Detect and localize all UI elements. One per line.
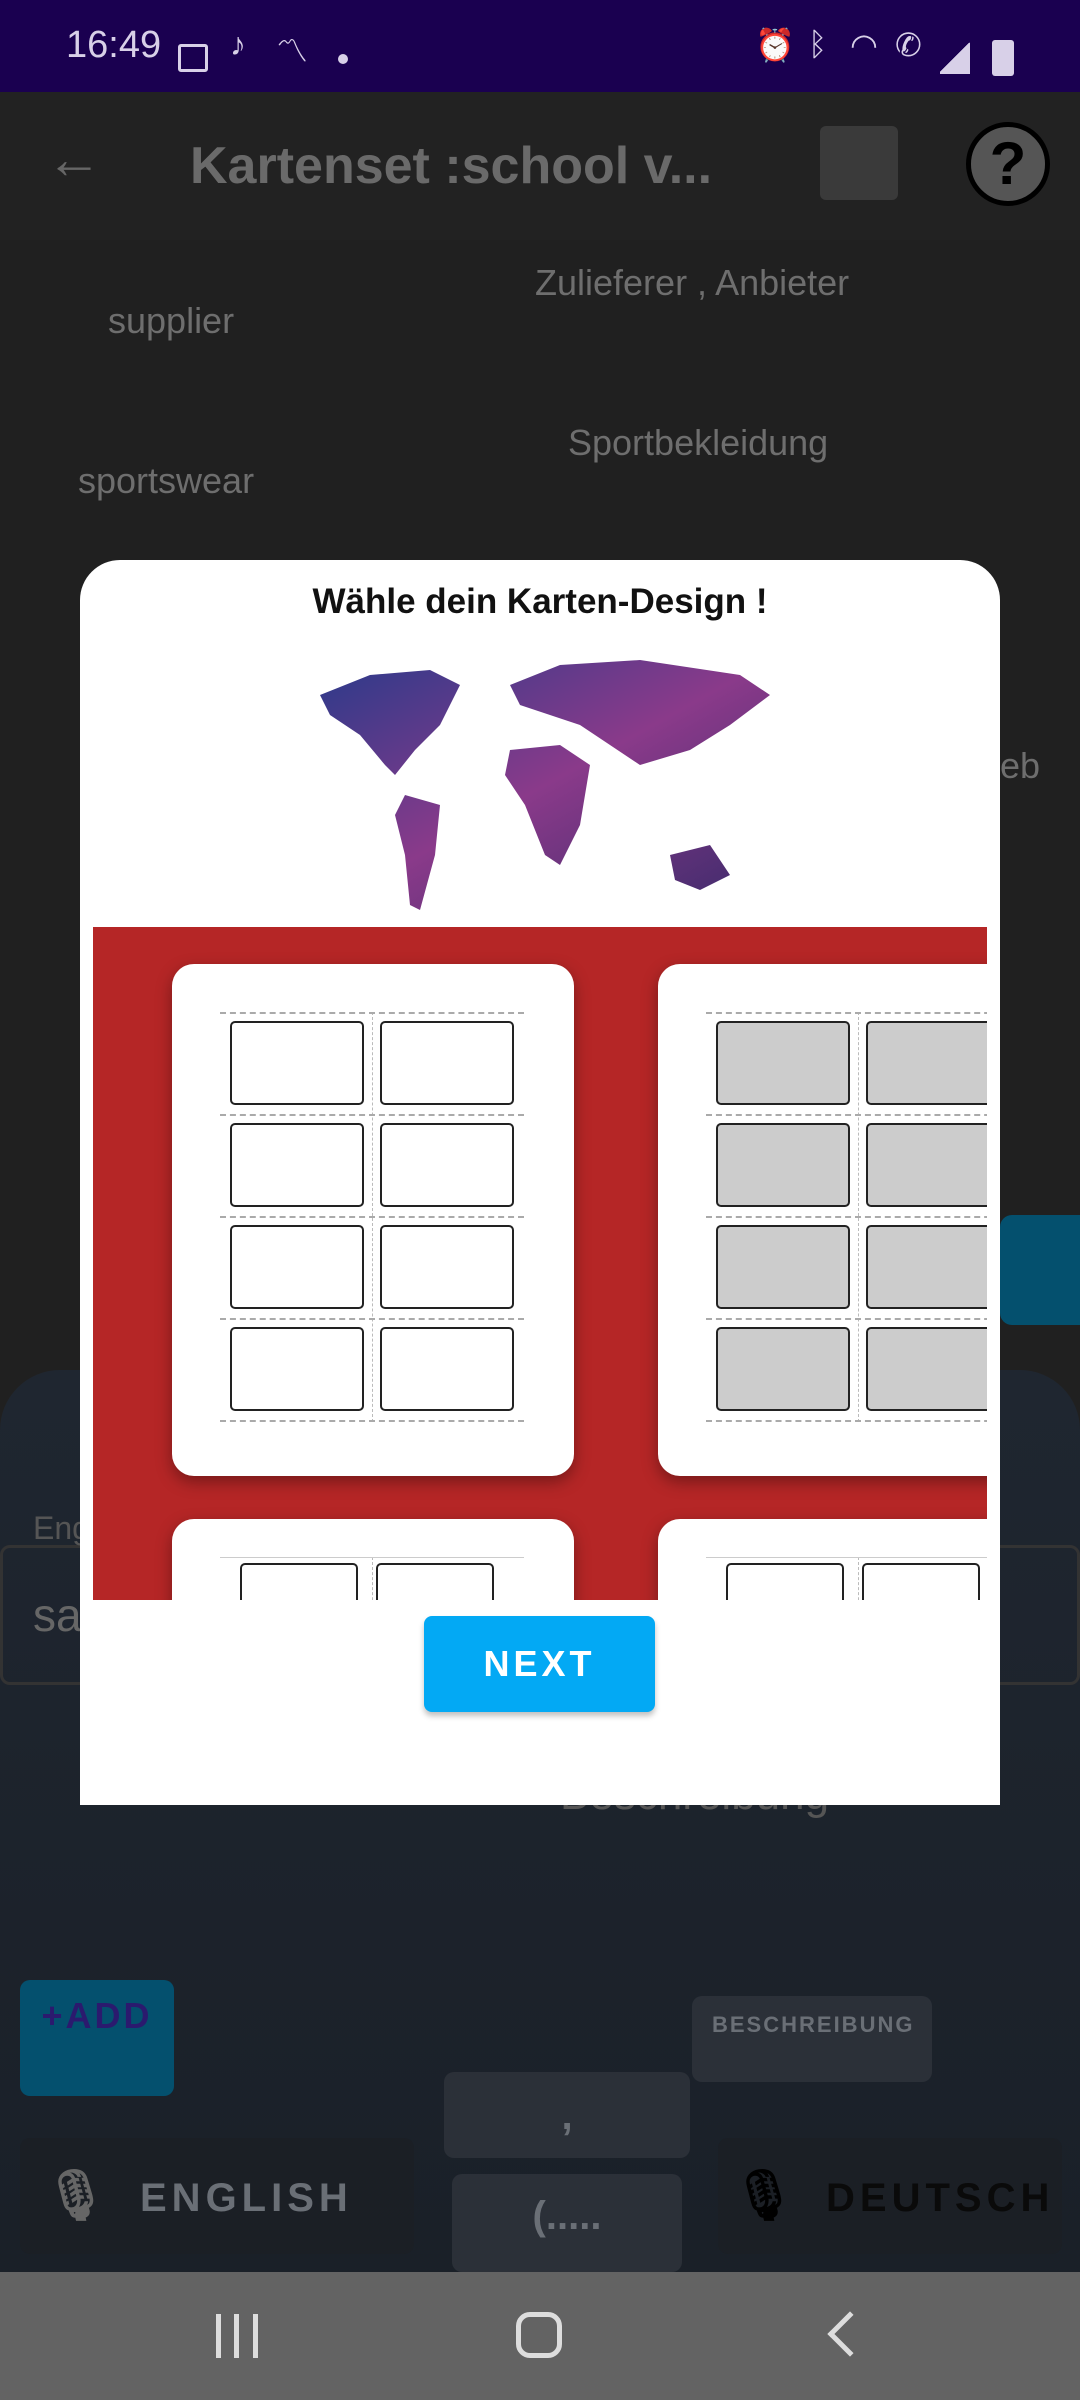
home-icon[interactable] xyxy=(516,2312,562,2358)
card-sheet-preview xyxy=(220,1557,524,1600)
deutsch-button-label: DEUTSCH xyxy=(826,2176,1055,2220)
page-title: Kartenset :school v... xyxy=(190,137,713,195)
design-option-small[interactable] xyxy=(172,1519,574,1600)
design-grid[interactable] xyxy=(93,927,987,1600)
description-button[interactable]: BESCHREIBUNG xyxy=(692,1996,932,2082)
card-sheet-preview xyxy=(220,1012,524,1422)
english-word: sportswear xyxy=(78,460,255,501)
navigation-bar xyxy=(0,2272,1080,2400)
card-sheet-preview xyxy=(706,1557,987,1600)
gallery-icon xyxy=(178,44,208,72)
next-button[interactable]: NEXT xyxy=(424,1616,655,1712)
status-bar: 16:49 ♪ 〽 ⏰ ᛒ ◠ ✆ xyxy=(0,0,1080,92)
signal-icon xyxy=(940,40,970,74)
add-button[interactable]: +ADD xyxy=(20,1980,174,2096)
design-option-white[interactable] xyxy=(172,964,574,1476)
app-bar: ← Kartenset :school v... ? xyxy=(0,92,1080,240)
battery-icon xyxy=(992,40,1014,76)
german-word: Zulieferer , Anbieter xyxy=(535,262,850,303)
design-option-small[interactable] xyxy=(658,1519,987,1600)
clock: 16:49 xyxy=(66,24,162,66)
dots-key[interactable]: (..... xyxy=(452,2174,682,2272)
back-icon[interactable] xyxy=(827,2311,873,2357)
arrow-left-icon[interactable]: ← xyxy=(46,126,102,191)
comma-key[interactable]: , xyxy=(444,2072,690,2158)
alarm-icon: ⏰ xyxy=(755,27,795,63)
chart-icon: 〽 xyxy=(276,33,309,69)
partial-text: eb xyxy=(1000,745,1041,786)
microphone-icon: 🎙 xyxy=(732,2167,801,2223)
german-word: Sportbekleidung xyxy=(568,422,829,463)
dialog-title: Wähle dein Karten-Design ! xyxy=(312,582,768,621)
dot-icon xyxy=(338,54,348,64)
english-button-label: ENGLISH xyxy=(140,2176,353,2220)
english-word: supplier xyxy=(108,300,235,341)
wifi-icon: ◠ xyxy=(850,27,878,63)
microphone-icon: 🎙 xyxy=(44,2167,113,2223)
world-map-image xyxy=(320,660,770,910)
printer-icon[interactable] xyxy=(820,126,898,200)
bluetooth-icon: ᛒ xyxy=(808,26,828,62)
help-icon[interactable]: ? xyxy=(966,122,1050,206)
english-button[interactable]: 🎙 ENGLISH xyxy=(20,2138,414,2254)
design-option-grey[interactable] xyxy=(658,964,987,1476)
card-sheet-preview xyxy=(706,1012,987,1422)
card-design-dialog: Wähle dein Karten-Design ! NEXT xyxy=(80,560,1000,1805)
tiktok-icon: ♪ xyxy=(230,26,246,62)
english-input-value: sa xyxy=(33,1589,82,1641)
blue-action-button[interactable] xyxy=(1000,1215,1080,1325)
recent-apps-icon[interactable] xyxy=(216,2314,258,2358)
deutsch-button[interactable]: 🎙 DEUTSCH xyxy=(718,2138,1062,2254)
wifi-call-icon: ✆ xyxy=(895,27,922,63)
